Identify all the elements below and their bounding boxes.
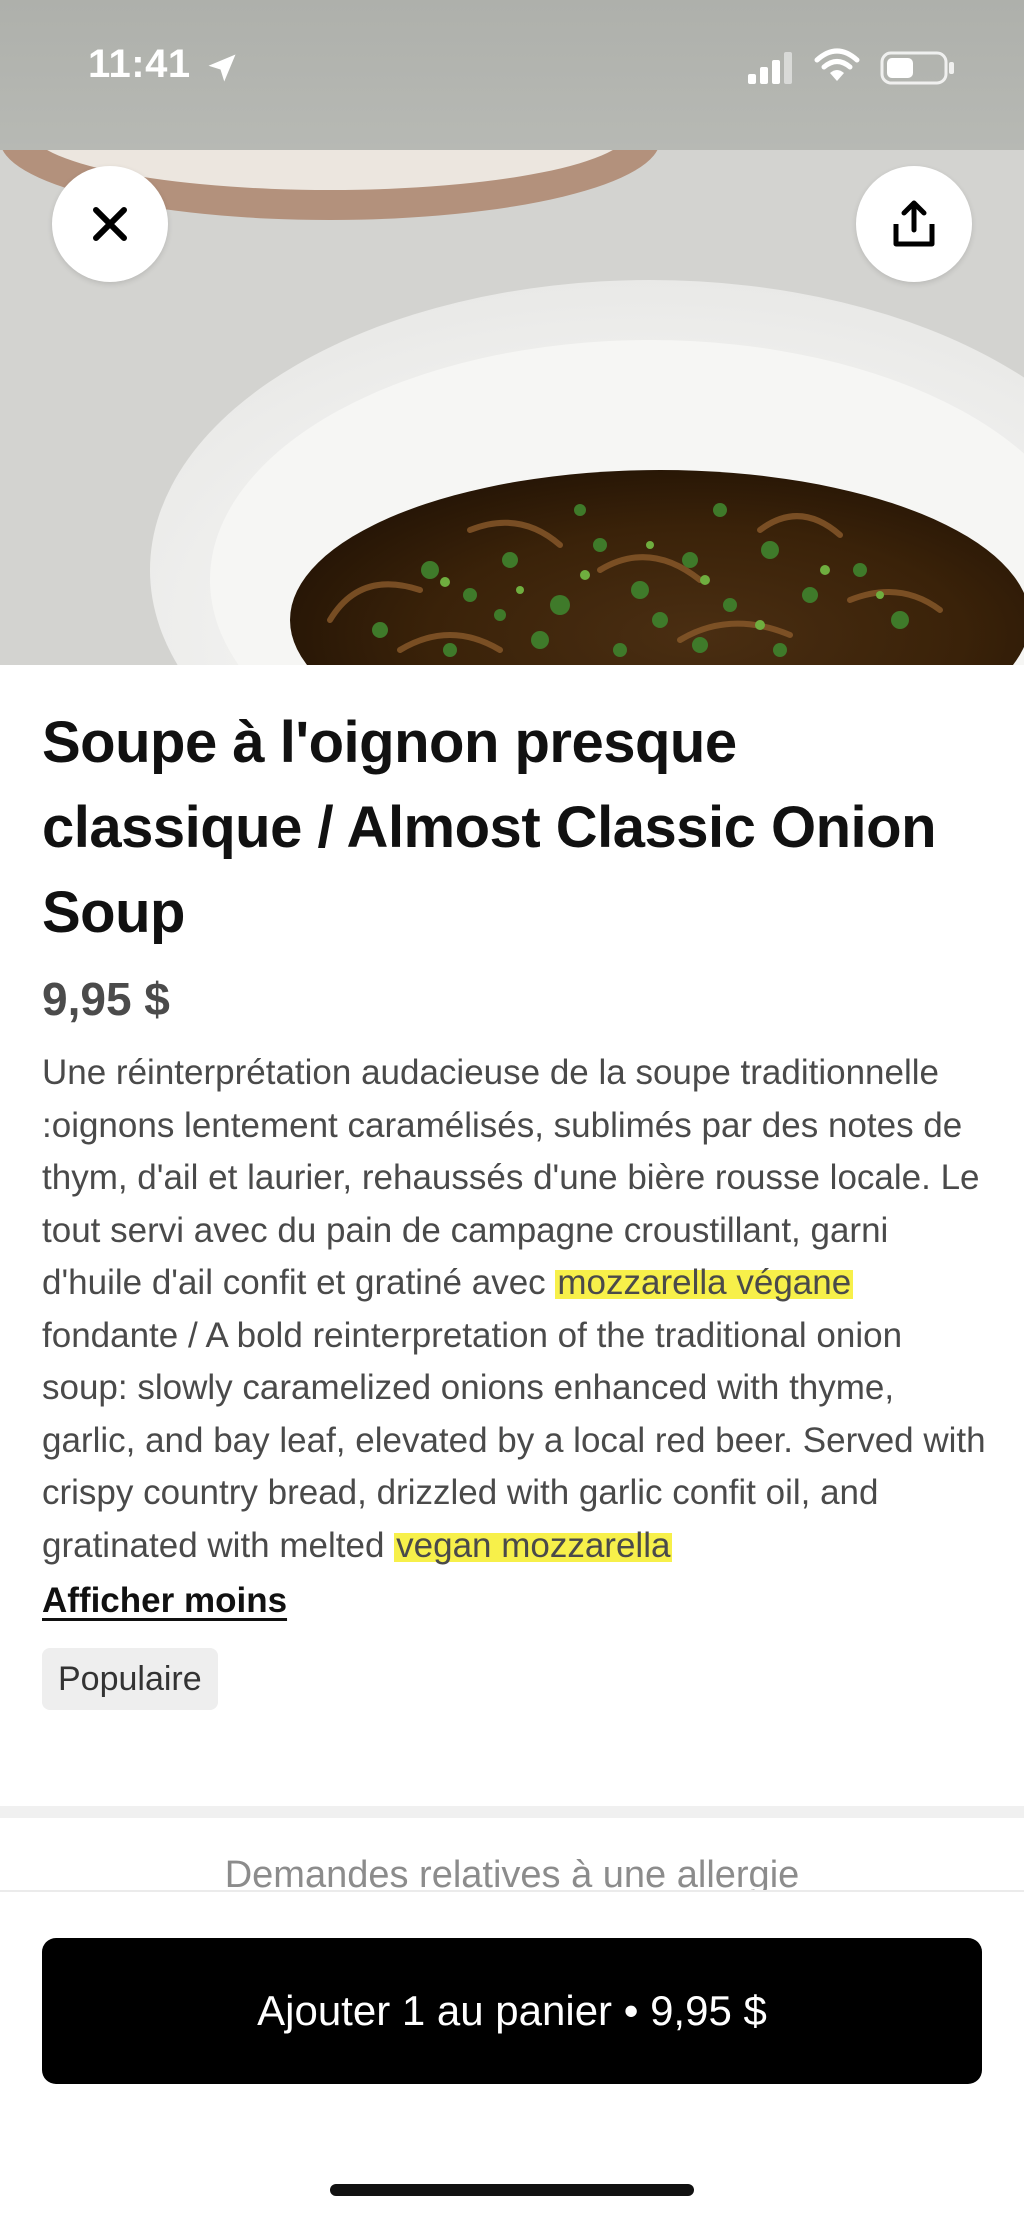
share-button[interactable] <box>856 166 972 282</box>
popular-badge: Populaire <box>42 1648 218 1710</box>
item-title: Soupe à l'oignon presque classique / Alm… <box>42 710 937 945</box>
cellular-signal-icon <box>748 52 792 84</box>
section-divider <box>0 1806 1024 1818</box>
close-icon <box>93 207 127 241</box>
wifi-icon <box>814 48 860 81</box>
status-time: 11:41 <box>88 42 191 86</box>
item-price: 9,95 $ <box>42 973 170 1025</box>
home-indicator[interactable] <box>330 2184 694 2196</box>
item-description: Une réinterprétation audacieuse de la so… <box>42 1047 992 1572</box>
close-button[interactable] <box>52 166 168 282</box>
highlighted-text: mozzarella végane <box>555 1263 854 1302</box>
location-arrow-icon <box>208 54 236 82</box>
bottom-action-bar: Ajouter 1 au panier • 9,95 $ <box>0 1890 1024 2216</box>
status-bar: 11:41 <box>0 0 1024 150</box>
battery-icon <box>880 51 954 85</box>
item-detail-page: 11:41 Soupe à l'oignon presque classique… <box>0 0 1024 2216</box>
add-to-cart-button[interactable]: Ajouter 1 au panier • 9,95 $ <box>42 1938 982 2084</box>
highlighted-text: vegan mozzarella <box>394 1525 673 1565</box>
show-less-link[interactable]: Afficher moins <box>42 1576 287 1626</box>
share-icon <box>893 200 935 247</box>
item-details: Soupe à l'oignon presque classique / Alm… <box>42 700 992 1710</box>
